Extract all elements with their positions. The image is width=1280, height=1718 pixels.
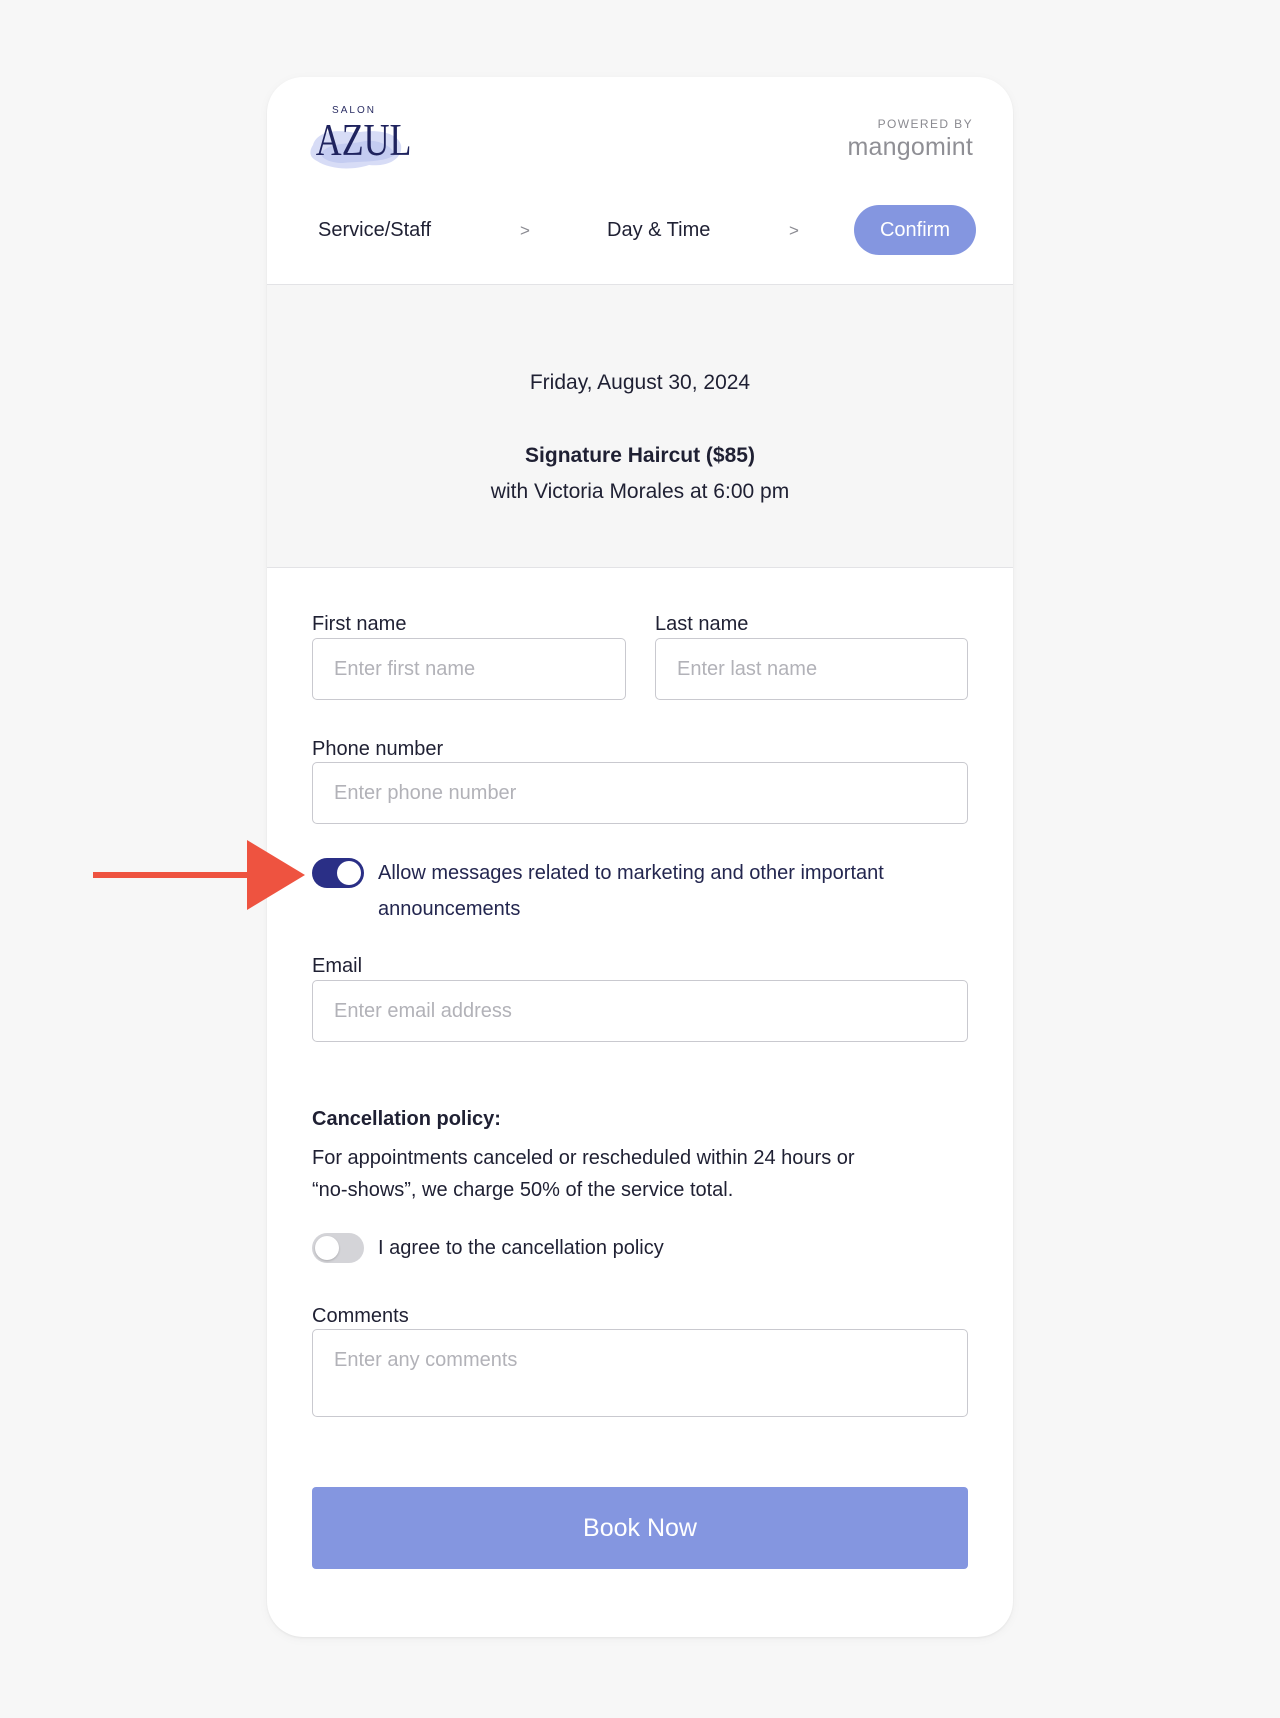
email-input[interactable] xyxy=(312,980,968,1042)
annotation-arrow-icon xyxy=(93,840,305,910)
toggle-knob xyxy=(315,1236,339,1260)
email-label: Email xyxy=(312,955,363,977)
cancellation-policy-line1: For appointments canceled or rescheduled… xyxy=(312,1147,855,1169)
last-name-input[interactable] xyxy=(655,638,968,700)
agree-cancellation-label: I agree to the cancellation policy xyxy=(378,1237,664,1259)
appointment-summary: Friday, August 30, 2024 Signature Haircu… xyxy=(267,285,1013,568)
salon-azul-logo: SALON AZUL xyxy=(305,105,415,175)
logo-azul-text: AZUL xyxy=(315,114,412,165)
step-confirm-button[interactable]: Confirm xyxy=(854,205,976,255)
agree-cancellation-toggle[interactable] xyxy=(312,1233,364,1263)
step-separator-chevron-icon: > xyxy=(520,221,530,240)
marketing-toggle-label-line1: Allow messages related to marketing and … xyxy=(378,862,884,884)
mangomint-wordmark: mangomint xyxy=(847,133,973,161)
marketing-messages-toggle[interactable] xyxy=(312,858,364,888)
first-name-label: First name xyxy=(312,613,407,635)
cancellation-policy-title: Cancellation policy: xyxy=(312,1108,501,1130)
marketing-toggle-label-line2: announcements xyxy=(378,898,521,920)
book-now-button[interactable]: Book Now xyxy=(312,1487,968,1569)
cancellation-policy-line2: “no-shows”, we charge 50% of the service… xyxy=(312,1179,734,1201)
powered-by-label: POWERED BY xyxy=(877,117,973,131)
step-service-staff[interactable]: Service/Staff xyxy=(318,205,431,255)
first-name-input[interactable] xyxy=(312,638,626,700)
appointment-staff-time: with Victoria Morales at 6:00 pm xyxy=(490,480,790,503)
booking-card: SALON AZUL POWERED BY mangomint Service/… xyxy=(267,77,1013,1637)
powered-by-mangomint: POWERED BY mangomint xyxy=(848,117,973,162)
step-day-time[interactable]: Day & Time xyxy=(607,205,710,255)
step-separator-chevron-icon: > xyxy=(789,221,799,240)
last-name-label: Last name xyxy=(655,613,749,635)
phone-number-input[interactable] xyxy=(312,762,968,824)
booking-steps: Service/Staff > Day & Time > Confirm xyxy=(267,205,1013,255)
toggle-knob xyxy=(337,861,361,885)
comments-label: Comments xyxy=(312,1305,409,1327)
phone-number-label: Phone number xyxy=(312,738,444,760)
booking-header: SALON AZUL POWERED BY mangomint Service/… xyxy=(267,77,1013,285)
appointment-service: Signature Haircut ($85) xyxy=(525,444,755,467)
comments-textarea[interactable] xyxy=(312,1329,968,1417)
appointment-date: Friday, August 30, 2024 xyxy=(529,371,751,394)
